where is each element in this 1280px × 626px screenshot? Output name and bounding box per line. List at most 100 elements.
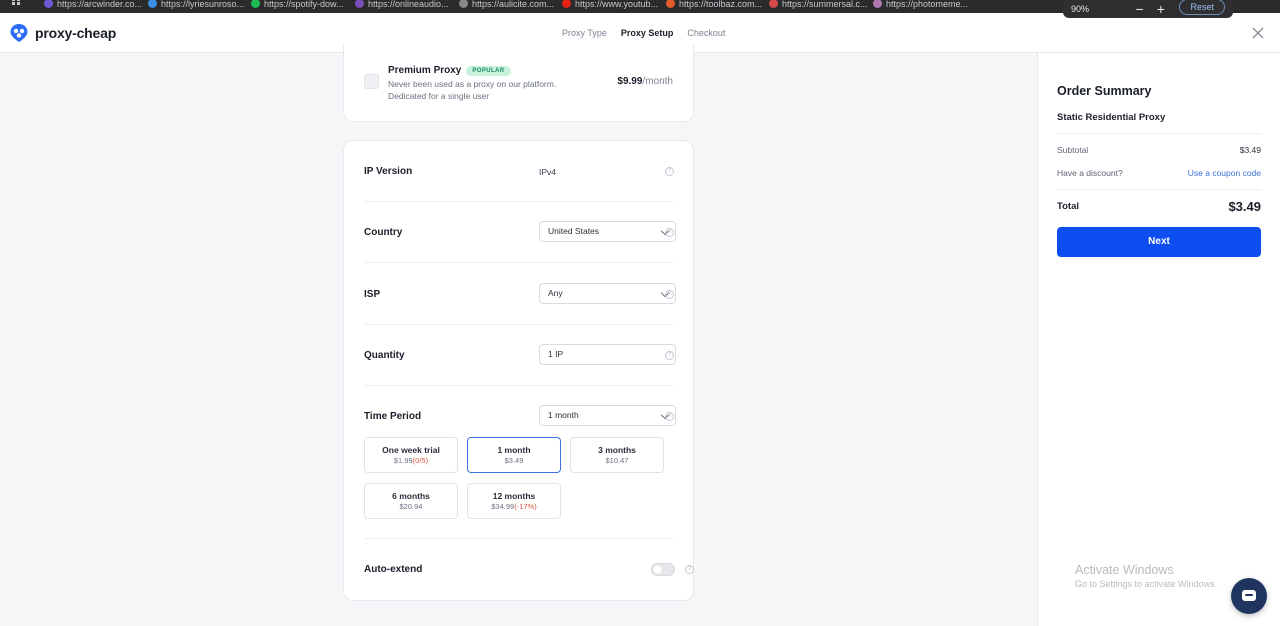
bookmark-favicon-icon (251, 0, 260, 8)
order-summary-product: Static Residential Proxy (1057, 112, 1166, 123)
period-option-6-months[interactable]: 6 months $20.94 (364, 483, 458, 519)
bookmark-favicon-icon (459, 0, 468, 8)
bookmark-item[interactable]: https://arcwinder.co... (44, 0, 142, 10)
period-option-note: (0/5) (412, 456, 429, 465)
premium-proxy-title: Premium Proxy (388, 65, 462, 76)
chat-widget-button[interactable] (1231, 578, 1267, 614)
period-option-price: $20.94 (399, 502, 423, 511)
total-row: Total $3.49 (1057, 199, 1261, 214)
popular-badge: POPULAR (466, 65, 511, 76)
period-option-price: $3.49 (504, 456, 524, 465)
subtotal-row: Subtotal $3.49 (1057, 145, 1261, 155)
bookmark-favicon-icon (562, 0, 571, 8)
bookmark-item[interactable]: https://www.youtub... (562, 0, 658, 10)
bookmark-favicon-icon (769, 0, 778, 8)
country-select[interactable]: United States (539, 221, 676, 242)
zoom-reset-button[interactable]: Reset (1179, 0, 1225, 15)
time-period-label: Time Period (364, 411, 422, 422)
bookmark-item[interactable]: https://summersal.c... (769, 0, 868, 10)
auto-extend-toggle[interactable] (651, 563, 675, 576)
period-option-12-months[interactable]: 12 months $34.99(-17%) (467, 483, 561, 519)
ip-version-label: IP Version (364, 166, 413, 177)
premium-proxy-price: $9.99/month (617, 76, 673, 87)
isp-selected-value: Any (548, 288, 563, 298)
zoom-popup: 90% − + Reset (1063, 0, 1233, 18)
divider (364, 262, 674, 263)
brand-name: proxy-cheap (35, 25, 117, 41)
help-icon[interactable]: ? (665, 228, 674, 237)
bookmark-item[interactable]: https://spotify-dow... (251, 0, 344, 10)
period-option-title: 12 months (492, 491, 536, 501)
premium-proxy-checkbox[interactable] (364, 74, 379, 89)
period-option-title: 1 month (497, 445, 531, 455)
premium-price-period: /month (642, 76, 673, 87)
proxy-setup-form: IP Version IPv4 ? Country United States … (343, 140, 694, 601)
bookmark-item[interactable]: https://photomeme... (873, 0, 968, 10)
period-option-title: 6 months (392, 491, 430, 501)
proxy-cheap-logo-icon (10, 24, 28, 42)
watermark-title: Activate Windows (1075, 563, 1174, 577)
period-option-3-months[interactable]: 3 months $10.47 (570, 437, 664, 473)
discount-row: Have a discount? Use a coupon code (1057, 168, 1261, 178)
coupon-code-link[interactable]: Use a coupon code (1188, 168, 1261, 178)
period-option-one-week-trial[interactable]: One week trial $1.99(0/5) (364, 437, 458, 473)
help-icon[interactable]: ? (665, 412, 674, 421)
country-selected-value: United States (548, 226, 600, 236)
total-value: $3.49 (1228, 199, 1261, 214)
divider (364, 324, 674, 325)
bookmark-favicon-icon (873, 0, 882, 8)
period-option-title: 3 months (598, 445, 636, 455)
zoom-in-button[interactable]: + (1150, 2, 1171, 16)
bookmark-favicon-icon (666, 0, 675, 8)
next-button[interactable]: Next (1057, 227, 1261, 257)
isp-label: ISP (364, 289, 381, 300)
activate-windows-watermark: Activate Windows Go to Settings to activ… (1075, 563, 1217, 589)
premium-proxy-card[interactable]: Premium Proxy POPULAR Never been used as… (343, 45, 694, 122)
bookmark-item[interactable]: https://lyriesunroso... (148, 0, 244, 10)
help-icon[interactable]: ? (665, 290, 674, 299)
quantity-row: Quantity 1 IP ? (364, 344, 676, 366)
premium-price-amount: $9.99 (617, 76, 643, 87)
time-period-row: Time Period 1 month ? (364, 405, 676, 427)
premium-proxy-description: Never been used as a proxy on our platfo… (388, 79, 557, 101)
toggle-knob (653, 565, 662, 574)
apps-grid-icon[interactable] (12, 0, 22, 6)
auto-extend-row: Auto-extend ? (364, 562, 694, 578)
country-row: Country United States ? (364, 221, 676, 243)
bookmark-favicon-icon (355, 0, 364, 8)
bookmark-item[interactable]: https://onlineaudio... (355, 0, 449, 10)
help-icon[interactable]: ? (665, 351, 674, 360)
divider (364, 538, 674, 539)
bookmark-favicon-icon (44, 0, 53, 8)
zoom-out-button[interactable]: − (1129, 2, 1150, 16)
isp-select[interactable]: Any (539, 283, 676, 304)
ip-version-row: IP Version IPv4 ? (364, 165, 674, 179)
zoom-level: 90% (1071, 4, 1090, 14)
period-option-1-month[interactable]: 1 month $3.49 (467, 437, 561, 473)
divider (364, 385, 674, 386)
period-option-price: $10.47 (605, 456, 629, 465)
total-label: Total (1057, 201, 1079, 212)
period-option-note: (-17%) (514, 502, 537, 511)
help-icon[interactable]: ? (685, 565, 694, 574)
divider (364, 201, 674, 202)
ip-version-value: IPv4 (539, 167, 557, 177)
quantity-input[interactable]: 1 IP (539, 344, 676, 365)
bookmark-item[interactable]: https://aulicite.com... (459, 0, 554, 10)
help-icon[interactable]: ? (665, 167, 674, 176)
order-summary-title: Order Summary (1057, 84, 1152, 98)
order-summary-panel: Order Summary Static Residential Proxy S… (1037, 53, 1280, 626)
country-label: Country (364, 227, 403, 238)
watermark-subtitle: Go to Settings to activate Windows. (1075, 579, 1218, 589)
auto-extend-label: Auto-extend (364, 564, 423, 575)
bookmark-favicon-icon (148, 0, 157, 8)
time-period-select[interactable]: 1 month (539, 405, 676, 426)
brand-logo[interactable]: proxy-cheap (9, 23, 116, 43)
period-option-title: One week trial (382, 445, 440, 455)
premium-proxy-title-row: Premium Proxy POPULAR (388, 65, 511, 76)
divider (1057, 189, 1261, 190)
period-option-price: $34.99(-17%) (491, 502, 537, 511)
close-icon[interactable] (1250, 25, 1266, 41)
subtotal-value: $3.49 (1239, 145, 1261, 155)
bookmark-item[interactable]: https://toolbaz.com... (666, 0, 762, 10)
